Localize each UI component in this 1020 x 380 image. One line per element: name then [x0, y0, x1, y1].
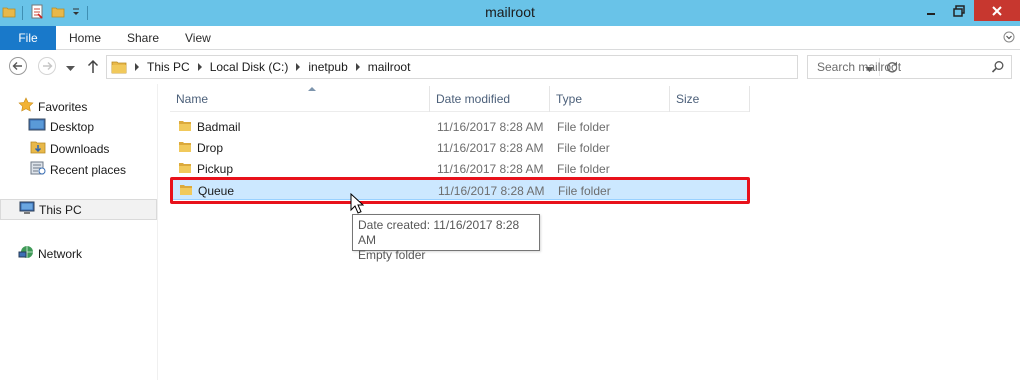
nav-favorites[interactable]: Favorites [18, 97, 87, 116]
folder-icon [178, 119, 192, 136]
search-icon[interactable] [991, 60, 1005, 77]
tooltip-folder-status: Empty folder [358, 248, 426, 262]
downloads-icon [30, 139, 46, 158]
chevron-right-icon[interactable] [296, 63, 301, 71]
recent-locations-icon[interactable] [66, 61, 75, 75]
recent-places-icon [30, 160, 46, 179]
column-date-modified[interactable]: Date modified [430, 86, 550, 112]
back-icon [9, 57, 27, 75]
title-bar: mailroot [0, 0, 1020, 26]
star-icon [18, 97, 34, 116]
computer-icon [19, 201, 35, 219]
address-bar[interactable]: This PC Local Disk (C:) inetpub mailroot [106, 55, 898, 79]
tab-view[interactable]: View [185, 31, 211, 45]
chevron-right-icon[interactable] [355, 63, 360, 71]
navigation-bar: This PC Local Disk (C:) inetpub mailroot [0, 50, 1020, 84]
file-type: File folder [557, 120, 610, 134]
tooltip: Date created: 11/16/2017 8:28 AM Empty f… [352, 214, 540, 262]
chevron-right-icon[interactable] [197, 63, 202, 71]
close-icon [992, 5, 1002, 16]
network-icon [18, 244, 34, 263]
breadcrumb-this-pc[interactable]: This PC [147, 60, 190, 74]
table-row[interactable]: Pickup 11/16/2017 8:28 AM File folder [170, 158, 750, 179]
nav-desktop[interactable]: Desktop [28, 118, 94, 135]
nav-desktop-label: Desktop [50, 119, 95, 134]
table-row[interactable]: Drop 11/16/2017 8:28 AM File folder [170, 137, 750, 158]
nav-this-pc-label: This PC [39, 202, 82, 217]
tab-share[interactable]: Share [127, 31, 159, 45]
up-arrow-icon [87, 59, 99, 73]
search-input[interactable] [817, 57, 987, 77]
folder-icon [178, 161, 192, 178]
tab-file[interactable]: File [0, 26, 56, 50]
restore-button[interactable] [946, 0, 972, 21]
nav-downloads-label: Downloads [50, 141, 110, 156]
column-headers: Name Date modified Type Size [170, 86, 750, 112]
expand-ribbon-icon[interactable] [1003, 31, 1015, 46]
close-button[interactable] [974, 0, 1020, 21]
window-title: mailroot [485, 4, 535, 20]
file-type: File folder [557, 141, 610, 155]
nav-favorites-label: Favorites [38, 99, 88, 114]
nav-this-pc[interactable]: This PC [0, 199, 157, 220]
forward-icon [38, 57, 56, 75]
table-row[interactable]: Badmail 11/16/2017 8:28 AM File folder [170, 116, 750, 137]
column-name[interactable]: Name [170, 86, 430, 112]
nav-network-label: Network [38, 246, 83, 261]
file-name: Badmail [197, 120, 241, 134]
highlight-box [170, 177, 750, 204]
file-date: 11/16/2017 8:28 AM [437, 120, 544, 134]
ribbon-tabs: File Home Share View [0, 26, 1020, 50]
file-date: 11/16/2017 8:28 AM [437, 162, 544, 176]
file-date: 11/16/2017 8:28 AM [437, 141, 544, 155]
nav-network[interactable]: Network [18, 244, 82, 263]
column-type[interactable]: Type [550, 86, 670, 112]
nav-recent-places-label: Recent places [50, 162, 127, 177]
tooltip-date-created: Date created: 11/16/2017 8:28 AM [358, 218, 520, 247]
breadcrumb-mailroot[interactable]: mailroot [368, 60, 411, 74]
navigation-pane: Favorites Desktop Downloads Recent place… [0, 84, 158, 380]
file-name: Pickup [197, 162, 234, 176]
minimize-icon [927, 12, 935, 15]
file-name: Drop [197, 141, 224, 155]
up-button[interactable] [86, 58, 100, 77]
folder-icon [178, 140, 192, 157]
back-button[interactable] [8, 56, 28, 79]
minimize-button[interactable] [918, 0, 944, 21]
breadcrumb-inetpub[interactable]: inetpub [308, 60, 347, 74]
file-type: File folder [557, 162, 610, 176]
restore-icon [953, 4, 965, 17]
desktop-icon [28, 118, 46, 135]
chevron-right-icon[interactable] [135, 63, 139, 71]
tab-home[interactable]: Home [69, 31, 101, 45]
nav-recent-places[interactable]: Recent places [30, 160, 126, 179]
breadcrumb-local-disk[interactable]: Local Disk (C:) [210, 60, 289, 74]
nav-downloads[interactable]: Downloads [30, 139, 109, 158]
column-size[interactable]: Size [670, 86, 750, 112]
forward-button[interactable] [37, 56, 57, 79]
search-box[interactable] [807, 55, 1012, 79]
folder-icon [111, 59, 127, 75]
file-list: Name Date modified Type Size Badmail 11/… [158, 84, 1020, 380]
